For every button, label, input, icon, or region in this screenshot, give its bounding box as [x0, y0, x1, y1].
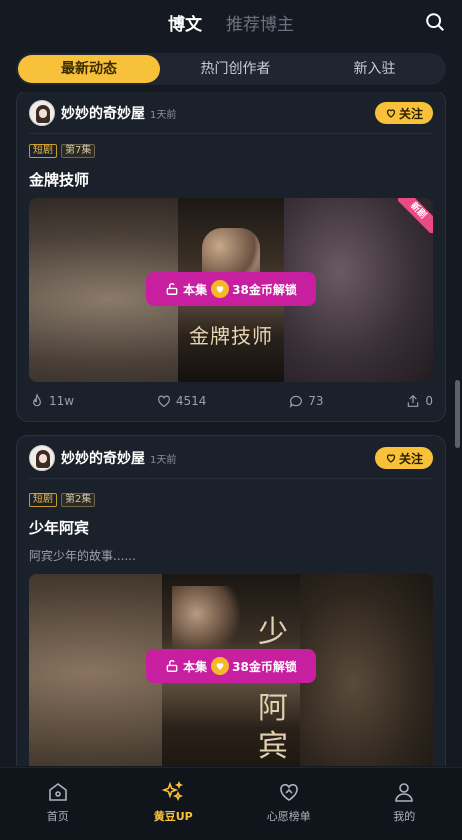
- heart-icon: [386, 454, 396, 463]
- post-title[interactable]: 少年阿宾: [29, 517, 89, 538]
- tag-list: 短剧 第2集: [29, 493, 99, 507]
- new-drama-label: 新剧: [398, 198, 433, 233]
- tab-blog[interactable]: 博文: [168, 10, 202, 35]
- follow-button[interactable]: 关注: [375, 102, 433, 124]
- coin-icon: [211, 280, 230, 298]
- video-thumbnail[interactable]: 少年阿宾 本集 38金币解锁: [29, 574, 433, 766]
- sub-tab-bar: 最新动态 热门创作者 新入驻: [16, 53, 446, 85]
- post-header: 妙妙的奇妙屋 1天前 关注: [29, 444, 433, 472]
- nav-home-label: 首页: [46, 810, 69, 823]
- author-name[interactable]: 妙妙的奇妙屋: [61, 448, 145, 468]
- post-header: 妙妙的奇妙屋 1天前 关注: [29, 99, 433, 127]
- subtab-hot-creators[interactable]: 热门创作者: [166, 55, 305, 83]
- new-drama-badge: 新剧: [398, 198, 433, 233]
- subtab-latest[interactable]: 最新动态: [18, 55, 160, 83]
- scrollbar[interactable]: [455, 380, 460, 448]
- divider: [29, 133, 433, 134]
- tab-recommend-bloggers[interactable]: 推荐博主: [226, 10, 294, 35]
- tag-episode: 第2集: [61, 493, 96, 507]
- poster-title: 少年阿宾: [258, 615, 288, 764]
- follow-button[interactable]: 关注: [375, 447, 433, 469]
- top-header: 博文 推荐博主: [0, 0, 462, 44]
- avatar[interactable]: [29, 100, 55, 126]
- tag-short-drama: 短剧: [29, 144, 57, 158]
- nav-wishlist-label: 心愿榜单: [266, 810, 311, 823]
- search-icon[interactable]: [424, 11, 446, 33]
- share-icon: [408, 394, 419, 407]
- unlock-prefix: 本集: [183, 282, 208, 297]
- follow-label: 关注: [398, 451, 423, 466]
- nav-huangdou-up-label: 黄豆UP: [153, 810, 193, 823]
- unlock-button[interactable]: 本集 38金币解锁: [146, 649, 316, 683]
- poster-figures: [172, 586, 242, 656]
- sparkle-icon: [161, 780, 184, 802]
- unlock-prefix: 本集: [183, 659, 208, 674]
- heart-icon: [386, 109, 396, 118]
- video-thumbnail[interactable]: 金牌技师 本集 38金币解锁 新剧: [29, 198, 433, 382]
- share-button[interactable]: 0: [405, 393, 433, 409]
- divider: [29, 478, 433, 479]
- post-stats: 11w 4514 73 0: [29, 391, 433, 411]
- post-time: 1天前: [150, 109, 177, 121]
- nav-mine-label: 我的: [393, 810, 416, 823]
- nav-mine[interactable]: 我的: [347, 768, 462, 840]
- unlock-icon: [166, 283, 178, 295]
- tag-list: 短剧 第7集: [29, 144, 99, 158]
- views-stat: 11w: [29, 393, 74, 409]
- comments-count: 73: [308, 394, 324, 408]
- unlock-button[interactable]: 本集 38金币解锁: [146, 272, 316, 306]
- nav-wishlist[interactable]: 心愿榜单: [231, 768, 347, 840]
- comment-button[interactable]: 73: [288, 393, 324, 409]
- nav-home[interactable]: 首页: [0, 768, 116, 840]
- shares-count: 0: [425, 394, 433, 408]
- heart-icon: [279, 783, 298, 801]
- user-icon: [395, 783, 414, 802]
- post-time: 1天前: [150, 454, 177, 466]
- unlock-price: 38金币解锁: [232, 282, 297, 297]
- nav-huangdou-up[interactable]: 黄豆UP: [116, 768, 232, 840]
- author-name[interactable]: 妙妙的奇妙屋: [61, 103, 145, 123]
- post-card[interactable]: 妙妙的奇妙屋 1天前 关注 短剧 第7集 金牌技师 金牌技师 本集 38金币解锁…: [16, 92, 446, 422]
- comment-icon: [289, 395, 303, 408]
- tag-short-drama: 短剧: [29, 493, 57, 507]
- unlock-icon: [166, 660, 178, 672]
- blurred-background-right: [299, 574, 433, 766]
- subtab-new[interactable]: 新入驻: [305, 55, 444, 83]
- like-button[interactable]: 4514: [156, 393, 207, 409]
- poster-title: 金牌技师: [189, 324, 273, 348]
- flame-icon: [33, 393, 41, 407]
- bottom-nav: 首页 黄豆UP 心愿榜单 我的: [0, 767, 462, 840]
- heart-icon: [157, 395, 170, 408]
- post-feed[interactable]: 妙妙的奇妙屋 1天前 关注 短剧 第7集 金牌技师 金牌技师 本集 38金币解锁…: [0, 92, 462, 766]
- post-description: 阿宾少年的故事......: [29, 549, 136, 563]
- tag-episode: 第7集: [61, 144, 96, 158]
- likes-count: 4514: [175, 394, 207, 408]
- follow-label: 关注: [398, 106, 423, 121]
- unlock-price: 38金币解锁: [232, 659, 297, 674]
- coin-icon: [211, 657, 230, 675]
- post-card[interactable]: 妙妙的奇妙屋 1天前 关注 短剧 第2集 少年阿宾 阿宾少年的故事...... …: [16, 435, 446, 766]
- home-icon: [48, 783, 67, 801]
- avatar[interactable]: [29, 445, 55, 471]
- post-title[interactable]: 金牌技师: [29, 169, 89, 190]
- views-count: 11w: [49, 394, 75, 408]
